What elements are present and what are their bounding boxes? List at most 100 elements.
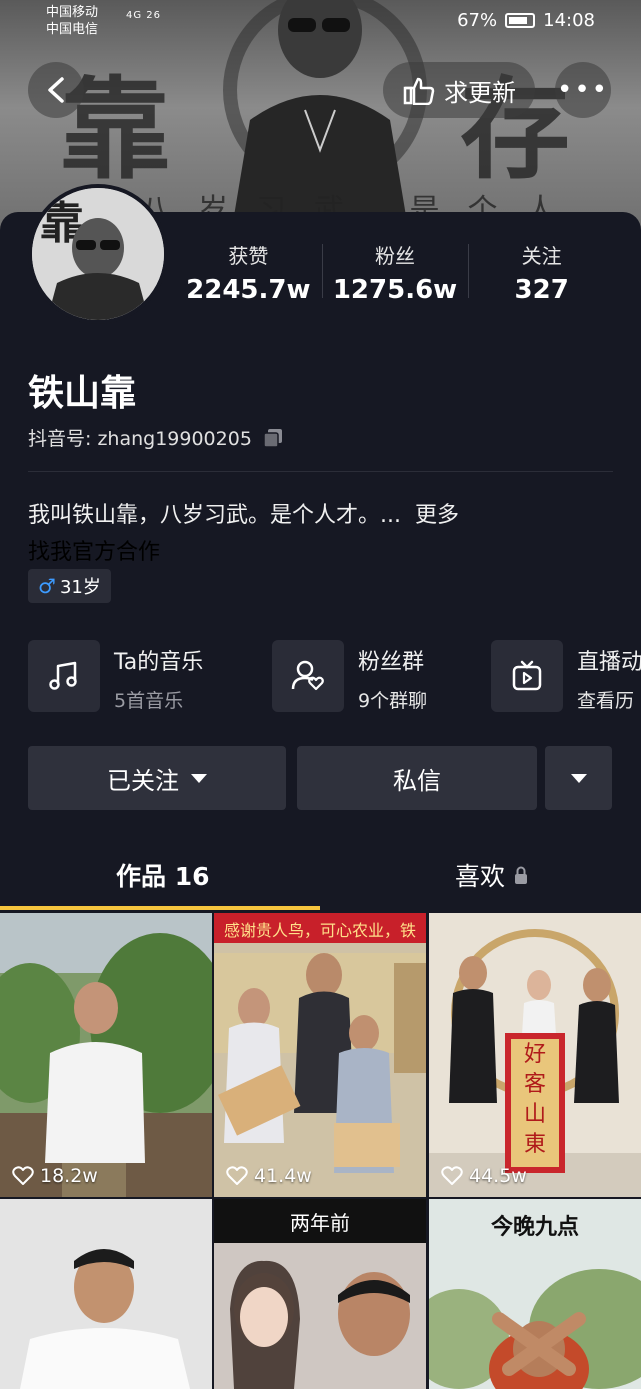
avatar[interactable]: 靠	[28, 184, 168, 324]
like-count-text: 18.2w	[40, 1165, 98, 1187]
request-update-button[interactable]: 求更新	[383, 62, 535, 118]
followed-button[interactable]: 已关注	[28, 746, 286, 810]
male-icon: ♂	[38, 574, 56, 598]
tab-works[interactable]: 作品 16	[116, 857, 210, 893]
stat-likes-label: 获赞	[228, 244, 269, 268]
stat-following-value: 327	[514, 275, 569, 305]
music-note-icon	[49, 661, 77, 690]
scroll-char-1: 好	[524, 1042, 546, 1067]
like-count: 44.5w	[441, 1165, 527, 1187]
tv-icon-box	[491, 640, 563, 712]
profile-page: 靠 存 八岁习武 是个人才 中国移动 中国电信 4G 26 67% 14:08	[0, 0, 641, 1389]
request-update-label: 求更新	[444, 78, 516, 107]
stat-fans[interactable]: 粉丝 1275.6w	[321, 240, 469, 305]
caret-down-icon	[191, 773, 207, 783]
video-cover: 好 客 山 東	[429, 913, 641, 1197]
feature-fan-group-text: 粉丝群 9个群聊	[358, 644, 427, 713]
status-bar: 中国移动 中国电信 4G 26 67% 14:08	[0, 0, 641, 44]
stat-fans-label: 粉丝	[375, 244, 415, 268]
video-banner-text: 两年前	[290, 1211, 350, 1235]
avatar-image: 靠	[32, 188, 164, 320]
banner-char-left: 靠	[60, 65, 170, 194]
video-thumbnail[interactable]: 感谢贵人鸟，可心农业，铁 41.4w	[214, 913, 426, 1197]
fan-group-icon	[291, 660, 324, 691]
feature-live[interactable]: 直播动 查看历	[491, 640, 641, 713]
video-thumbnail[interactable]: 18.2w	[0, 913, 212, 1197]
more-options-button[interactable]: •••	[555, 62, 611, 118]
bio-text: 我叫铁山靠，八岁习武。是个人才。...	[28, 503, 401, 528]
video-banner-text: 今晚九点	[490, 1214, 579, 1240]
copy-icon[interactable]	[262, 427, 284, 449]
more-dots-icon: •••	[556, 75, 609, 105]
scroll-char-3: 山	[524, 1102, 546, 1127]
message-label: 私信	[393, 766, 441, 795]
stats-row: 获赞 2245.7w 粉丝 1275.6w 关注 327	[175, 240, 615, 305]
profile-name: 铁山靠	[28, 373, 137, 414]
feature-live-text: 直播动 查看历	[577, 644, 641, 713]
video-thumbnail[interactable]: 好 客 山 東 44.5w	[429, 913, 641, 1197]
video-grid: 18.2w 感谢贵人鸟，可心农业，铁 41.4w 好 客 山 東 44.5w 两…	[0, 913, 641, 1389]
active-tab-indicator	[0, 906, 320, 910]
stat-following[interactable]: 关注 327	[468, 240, 615, 305]
fan-group-icon-box	[272, 640, 344, 712]
tab-likes-label: 喜欢	[455, 862, 506, 891]
age-tag: ♂ 31岁	[28, 569, 111, 603]
like-count-text: 41.4w	[254, 1165, 312, 1187]
bio-more-link[interactable]: 更多	[415, 503, 459, 528]
battery-percent: 67%	[457, 10, 498, 31]
message-button[interactable]: 私信	[297, 746, 537, 810]
carrier-1: 中国移动	[46, 5, 99, 20]
feature-fan-group[interactable]: 粉丝群 9个群聊	[272, 640, 427, 713]
video-banner-text: 感谢贵人鸟，可心农业，铁	[223, 921, 416, 940]
caret-down-icon	[570, 773, 587, 783]
video-thumbnail[interactable]: 今晚九点	[429, 1199, 641, 1389]
feature-music-sub: 5首音乐	[114, 690, 184, 712]
heart-icon	[12, 1166, 34, 1185]
stat-fans-value: 1275.6w	[332, 275, 458, 305]
heart-icon	[226, 1166, 248, 1185]
like-count: 18.2w	[12, 1165, 98, 1187]
like-count: 41.4w	[226, 1165, 312, 1187]
douyin-id-text: 抖音号: zhang19900205	[28, 428, 252, 450]
music-icon-box	[28, 640, 100, 712]
carrier-info: 中国移动 中国电信	[46, 4, 98, 38]
age-text: 31岁	[59, 577, 101, 598]
cooperation-link[interactable]: 找我官方合作	[28, 534, 160, 566]
feature-fan-group-sub: 9个群聊	[358, 690, 428, 712]
followed-label: 已关注	[107, 766, 179, 795]
feature-music[interactable]: Ta的音乐 5首音乐	[28, 640, 203, 713]
feature-music-text: Ta的音乐 5首音乐	[114, 644, 203, 713]
heart-icon	[441, 1166, 463, 1185]
bio: 我叫铁山靠，八岁习武。是个人才。... 更多	[28, 497, 459, 529]
pointing-hand-icon	[403, 77, 435, 105]
carrier-2: 中国电信	[46, 22, 99, 37]
video-thumbnail[interactable]: 两年前	[214, 1199, 426, 1389]
video-cover	[0, 913, 212, 1197]
back-button[interactable]	[28, 62, 84, 118]
stat-likes[interactable]: 获赞 2245.7w	[175, 240, 322, 305]
video-cover	[214, 913, 426, 1197]
stat-following-label: 关注	[521, 244, 562, 268]
tv-icon	[512, 660, 542, 691]
feature-live-sub: 查看历	[577, 690, 635, 712]
divider	[28, 471, 613, 472]
scroll-char-4: 東	[524, 1132, 546, 1157]
recommend-dropdown-button[interactable]	[545, 746, 612, 810]
scroll-char-2: 客	[524, 1072, 546, 1097]
douyin-id: 抖音号: zhang19900205	[28, 424, 284, 451]
chevron-left-icon	[48, 77, 64, 103]
signal-icon: 4G 26	[126, 10, 162, 21]
feature-fan-group-title: 粉丝群	[358, 650, 425, 675]
like-count-text: 44.5w	[469, 1165, 527, 1187]
stat-likes-value: 2245.7w	[186, 275, 311, 305]
feature-music-title: Ta的音乐	[114, 650, 204, 675]
profile-card: 靠 获赞 2245.7w 粉丝 1275.6w 关注 327 铁山靠 抖音号: …	[0, 184, 641, 912]
lock-icon	[515, 866, 528, 884]
status-right: 67% 14:08	[457, 10, 595, 31]
battery-icon	[505, 13, 536, 28]
feature-live-title: 直播动	[577, 650, 641, 675]
tab-likes[interactable]: 喜欢	[455, 857, 529, 893]
video-thumbnail[interactable]	[0, 1199, 212, 1389]
video-cover	[0, 1199, 212, 1389]
clock: 14:08	[543, 10, 595, 31]
